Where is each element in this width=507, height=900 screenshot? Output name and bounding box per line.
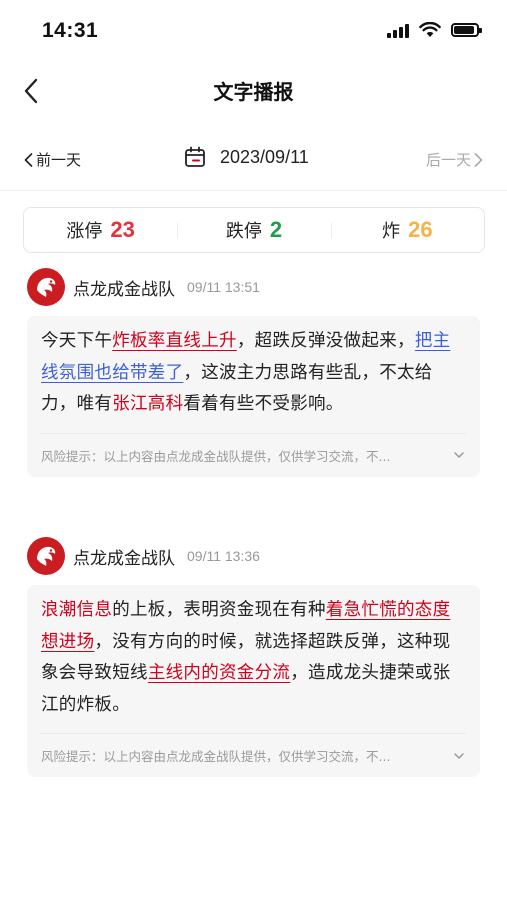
- post-text-segment: 的上板，表明资金现在有种: [112, 600, 326, 620]
- post-content: 浪潮信息的上板，表明资金现在有种着急忙慌的态度想进场，没有方向的时候，就选择超跌…: [41, 595, 466, 721]
- page-title: 文字播报: [213, 80, 294, 104]
- dragon-logo-icon: [37, 546, 56, 566]
- post-text-segment: 看着有些不受影响。: [183, 394, 344, 414]
- stat-limit-down: 跌停 2: [177, 217, 330, 243]
- post-author: 点龙成金战队: [73, 279, 175, 300]
- nav-bar: 文字播报: [0, 64, 507, 118]
- broadcast-post: 点龙成金战队 09/11 13:51 今天下午炸板率直线上升，超跌反弹没做起来，…: [27, 268, 480, 477]
- limit-stats-box: 涨停 23 跌停 2 炸 26: [23, 207, 485, 253]
- post-text-segment: 今天下午: [41, 331, 113, 351]
- chevron-down-icon: [454, 452, 464, 458]
- status-time: 14:31: [42, 19, 99, 42]
- stat-value: 26: [408, 217, 433, 242]
- divider: [0, 190, 507, 191]
- highlighted-phrase: 张江高科: [112, 394, 184, 414]
- status-bar: 14:31: [0, 0, 507, 64]
- avatar[interactable]: [27, 537, 65, 575]
- avatar[interactable]: [27, 268, 65, 306]
- highlighted-phrase: 浪潮信息: [41, 600, 113, 620]
- wifi-icon: [419, 22, 441, 37]
- post-header: 点龙成金战队 09/11 13:51: [27, 268, 480, 306]
- stat-label: 跌停: [225, 221, 262, 242]
- stat-value: 23: [110, 217, 135, 242]
- post-card: 今天下午炸板率直线上升，超跌反弹没做起来，把主线氛围也给带差了，这波主力思路有些…: [27, 316, 480, 477]
- next-day-label: 后一天: [425, 151, 471, 169]
- stat-broken-board: 炸 26: [330, 217, 484, 243]
- broadcast-post: 点龙成金战队 09/11 13:36 浪潮信息的上板，表明资金现在有种着急忙慌的…: [27, 537, 480, 777]
- current-date: 2023/09/11: [220, 146, 309, 167]
- date-picker[interactable]: 2023/09/11: [184, 146, 309, 168]
- battery-icon: [451, 23, 482, 37]
- post-time: 09/11 13:51: [187, 279, 260, 295]
- chevron-down-icon: [454, 752, 464, 759]
- post-card: 浪潮信息的上板，表明资金现在有种着急忙慌的态度想进场，没有方向的时候，就选择超跌…: [27, 585, 480, 777]
- post-time: 09/11 13:36: [187, 548, 260, 564]
- highlighted-phrase: 炸板率直线上升: [112, 331, 237, 351]
- risk-notice-text: 风险提示：以上内容由点龙成金战队提供，仅供学习交流，不...: [41, 448, 391, 464]
- risk-notice[interactable]: 风险提示：以上内容由点龙成金战队提供，仅供学习交流，不...: [41, 733, 466, 777]
- status-icons: [387, 22, 482, 38]
- calendar-icon: [185, 146, 205, 167]
- stat-label: 炸: [382, 221, 401, 242]
- chevron-right-icon: [474, 152, 483, 167]
- stat-limit-up: 涨停 23: [24, 217, 177, 243]
- post-author: 点龙成金战队: [73, 548, 175, 569]
- chevron-left-icon: [24, 152, 33, 167]
- post-header: 点龙成金战队 09/11 13:36: [27, 537, 480, 575]
- prev-day-label: 前一天: [36, 151, 82, 169]
- prev-day-button[interactable]: 前一天: [24, 149, 81, 170]
- dragon-logo-icon: [37, 277, 56, 297]
- post-text-segment: ，超跌反弹没做起来，: [236, 331, 415, 351]
- next-day-button[interactable]: 后一天: [426, 149, 483, 170]
- cellular-signal-icon: [387, 22, 409, 38]
- post-content: 今天下午炸板率直线上升，超跌反弹没做起来，把主线氛围也给带差了，这波主力思路有些…: [41, 326, 466, 421]
- risk-notice[interactable]: 风险提示：以上内容由点龙成金战队提供，仅供学习交流，不...: [41, 432, 466, 477]
- date-bar: 前一天 2023/09/11 后一天: [0, 140, 507, 180]
- stat-label: 涨停: [66, 221, 103, 242]
- stat-value: 2: [269, 217, 283, 242]
- highlighted-phrase: 主线内的资金分流: [147, 663, 291, 683]
- risk-notice-text: 风险提示：以上内容由点龙成金战队提供，仅供学习交流，不...: [41, 749, 391, 764]
